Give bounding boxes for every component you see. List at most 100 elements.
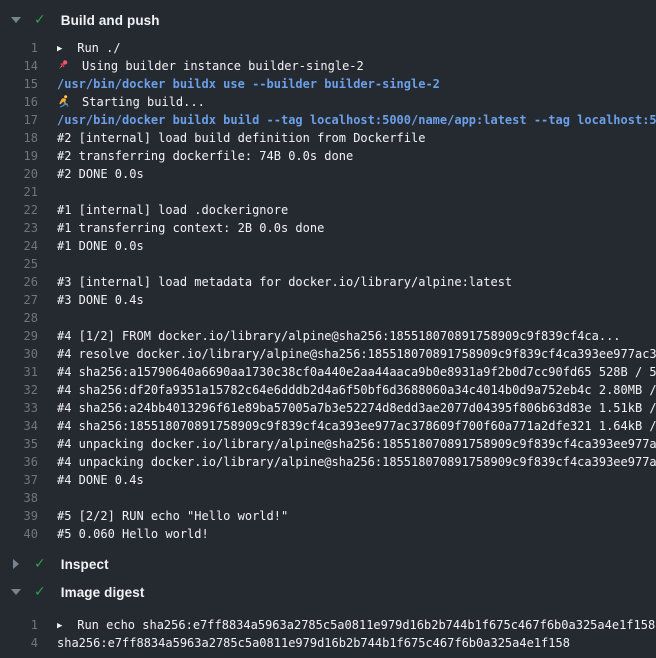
play-icon[interactable]: ▶ (57, 44, 70, 54)
check-icon: ✓ (34, 584, 46, 600)
log-text-container: /usr/bin/docker buildx use --builder bui… (57, 77, 656, 91)
line-number[interactable]: 21 (0, 185, 38, 199)
line-number[interactable]: 28 (0, 311, 38, 325)
line-number[interactable]: 18 (0, 131, 38, 145)
line-number[interactable]: 40 (0, 527, 38, 541)
line-number[interactable]: 31 (0, 365, 38, 379)
line-number[interactable]: 32 (0, 383, 38, 397)
section-header-inspect[interactable]: ✓Inspect (0, 550, 656, 578)
log-line: 23 #1 transferring context: 2B 0.0s done (0, 219, 656, 237)
log-text: #4 unpacking docker.io/library/alpine@sh… (57, 455, 656, 469)
log-line: 21 (0, 183, 656, 201)
log-text: /usr/bin/docker buildx use --builder bui… (57, 77, 440, 91)
log-line: 22 #1 [internal] load .dockerignore (0, 201, 656, 219)
line-number[interactable]: 15 (0, 77, 38, 91)
log-text: #2 [internal] load build definition from… (57, 131, 425, 145)
chevron-right-icon[interactable] (10, 559, 22, 569)
log-text-container: #2 DONE 0.0s (57, 167, 656, 181)
log-text-container: Starting build... (57, 95, 656, 109)
log-text-container: #4 resolve docker.io/library/alpine@sha2… (57, 347, 656, 361)
log-text-container: #5 0.060 Hello world! (57, 527, 656, 541)
log-text: #4 sha256:a15790640a6690aa1730c38cf0a440… (57, 365, 656, 379)
log-text: #1 [internal] load .dockerignore (57, 203, 288, 217)
log-text: #5 0.060 Hello world! (57, 527, 209, 541)
log-line: 25 (0, 255, 656, 273)
chevron-down-icon (11, 589, 21, 595)
log-text-container: #1 transferring context: 2B 0.0s done (57, 221, 656, 235)
log-text: #4 DONE 0.4s (57, 473, 144, 487)
line-number[interactable]: 25 (0, 257, 38, 271)
line-number[interactable]: 23 (0, 221, 38, 235)
line-number[interactable]: 30 (0, 347, 38, 361)
section-title: Build and push (61, 13, 160, 28)
log-line: 32#4 sha256:df20fa9351a15782c64e6dddb2d4… (0, 381, 656, 399)
log-text-container: /usr/bin/docker buildx build --tag local… (57, 113, 656, 127)
log-text-container: #4 DONE 0.4s (57, 473, 656, 487)
log-text: sha256:e7ff8834a5963a2785c5a0811e979d16b… (57, 636, 570, 650)
line-number[interactable]: 1 (0, 618, 38, 632)
line-number[interactable]: 34 (0, 419, 38, 433)
log-text-container: #3 [internal] load metadata for docker.i… (57, 275, 656, 289)
log-line: 26 #3 [internal] load metadata for docker… (0, 273, 656, 291)
log-text-container: Using builder instance builder-single-2 (57, 59, 656, 73)
line-number[interactable]: 17 (0, 113, 38, 127)
line-number[interactable]: 16 (0, 95, 38, 109)
chevron-down-icon[interactable] (10, 589, 22, 595)
line-number[interactable]: 26 (0, 275, 38, 289)
log-line: 4 sha256:e7ff8834a5963a2785c5a0811e979d16… (0, 634, 656, 652)
log-line: 18 #2 [internal] load build definition fr… (0, 129, 656, 147)
log-line: 39#5 [2/2] RUN echo "Hello world!" (0, 507, 656, 525)
line-number[interactable]: 20 (0, 167, 38, 181)
line-number[interactable]: 14 (0, 59, 38, 73)
section-title: Image digest (61, 585, 145, 600)
line-number[interactable]: 27 (0, 293, 38, 307)
log-text: #3 [internal] load metadata for docker.i… (57, 275, 512, 289)
log-line: 40 #5 0.060 Hello world! (0, 525, 656, 543)
line-number[interactable]: 39 (0, 509, 38, 523)
chevron-down-icon[interactable] (10, 17, 22, 23)
line-number[interactable]: 29 (0, 329, 38, 343)
section-header-build-and-push[interactable]: ✓ Build and push (0, 6, 656, 34)
log-text-container: #4 [1/2] FROM docker.io/library/alpine@s… (57, 329, 656, 343)
line-number[interactable]: 4 (0, 636, 38, 650)
log-text-container: ▶ Run ./ (57, 41, 656, 55)
log-text: Starting build... (82, 95, 205, 109)
workflow-log-panel: ✓Build and push1▶ Run ./14Using builder … (0, 0, 656, 652)
log-line: 33 #4 sha256:a24bb4013296f61e89ba57005a7b… (0, 399, 656, 417)
log-text[interactable]: Run echo sha256:e7ff8834a5963a2785c5a081… (70, 618, 655, 632)
chevron-down-icon (11, 17, 21, 23)
log-line: 29 #4 [1/2] FROM docker.io/library/alpine… (0, 327, 656, 345)
log-line: 28 (0, 309, 656, 327)
check-icon: ✓ (34, 12, 46, 28)
log-text-container: ▶ Run echo sha256:e7ff8834a5963a2785c5a0… (57, 618, 656, 632)
log-text-container: #4 unpacking docker.io/library/alpine@sh… (57, 437, 656, 451)
log-text-container: #2 transferring dockerfile: 74B 0.0s don… (57, 149, 656, 163)
log-line: 15/usr/bin/docker buildx use --builder b… (0, 75, 656, 93)
line-number[interactable]: 1 (0, 41, 38, 55)
line-number[interactable]: 22 (0, 203, 38, 217)
line-number[interactable]: 19 (0, 149, 38, 163)
line-number[interactable]: 33 (0, 401, 38, 415)
log-line: 1 ▶ Run echo sha256:e7ff8834a5963a2785c5a… (0, 616, 656, 634)
check-icon: ✓ (34, 556, 46, 572)
log-line: 24 #1 DONE 0.0s (0, 237, 656, 255)
log-line: 14 Using builder instance builder-single-… (0, 57, 656, 75)
log-line: 19 #2 transferring dockerfile: 74B 0.0s d… (0, 147, 656, 165)
chevron-right-icon (13, 559, 19, 569)
line-number[interactable]: 36 (0, 455, 38, 469)
pushpin-icon (57, 59, 70, 72)
section-header-image-digest[interactable]: ✓ Image digest (0, 578, 656, 606)
log-line: 38 (0, 489, 656, 507)
log-line: 1 ▶ Run ./ (0, 39, 656, 57)
log-text[interactable]: Run ./ (70, 41, 121, 55)
log-text-container: #1 DONE 0.0s (57, 239, 656, 253)
section-log-body: 1 ▶ Run ./ 14 Using builder instance builde… (0, 34, 656, 550)
log-text-container: #4 sha256:a24bb4013296f61e89ba57005a7b3e… (57, 401, 656, 415)
line-number[interactable]: 35 (0, 437, 38, 451)
line-number[interactable]: 37 (0, 473, 38, 487)
log-line: 35 #4 unpacking docker.io/library/alpine@… (0, 435, 656, 453)
log-text: #4 unpacking docker.io/library/alpine@sh… (57, 437, 656, 451)
line-number[interactable]: 24 (0, 239, 38, 253)
play-icon[interactable]: ▶ (57, 621, 70, 631)
line-number[interactable]: 38 (0, 491, 38, 505)
